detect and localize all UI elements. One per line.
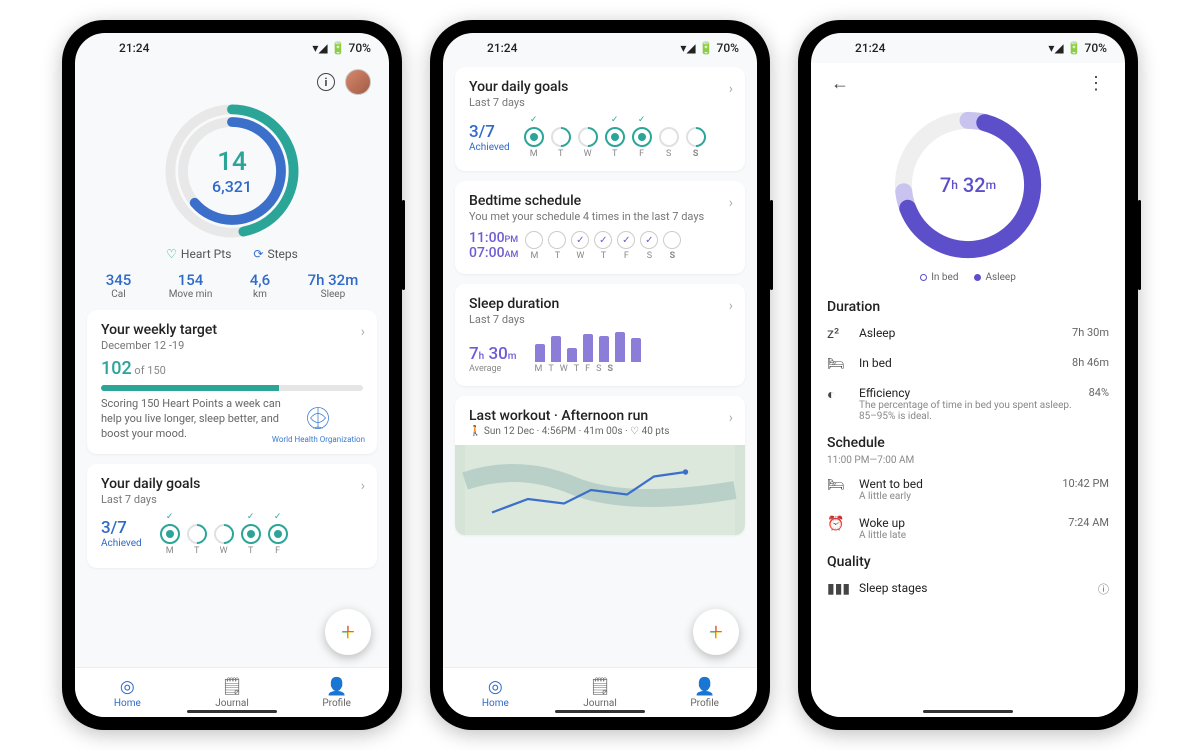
- alarm-icon: ⏰: [827, 516, 847, 532]
- last-workout-card[interactable]: › Last workout · Afternoon run 🚶 Sun 12 …: [455, 396, 745, 535]
- asleep-row[interactable]: z² Asleep 7h 30m: [823, 319, 1113, 349]
- nav-home[interactable]: ◎Home: [443, 668, 548, 717]
- efficiency-row[interactable]: ◐ EfficiencyThe percentage of time in be…: [823, 379, 1113, 429]
- phone-home: 21:24 ▾◢ 🔋70% i 14 6,321: [62, 20, 402, 730]
- ring-legend: ♡Heart Pts ⟳Steps: [87, 247, 377, 261]
- woke-up-row[interactable]: ⏰ Woke upA little late 7:24 AM: [823, 509, 1113, 548]
- sleep-dial[interactable]: 7h 32m: [883, 100, 1053, 270]
- bedtime-card[interactable]: › Bedtime schedule You met your schedule…: [455, 181, 745, 274]
- status-icons: ▾◢ 🔋70%: [312, 41, 371, 55]
- bed-icon: 🛏: [827, 356, 847, 372]
- daily-goals-card[interactable]: › Your daily goals Last 7 days 3/7 Achie…: [87, 464, 377, 568]
- nav-profile[interactable]: 👤Profile: [652, 668, 757, 717]
- card-title: Your weekly target: [101, 322, 363, 338]
- phone-cards: 21:24 ▾◢ 🔋70% › Your daily goals Last 7 …: [430, 20, 770, 730]
- steps-icon: ⟳: [253, 247, 263, 261]
- status-bar: 21:24 ▾◢ 🔋70%: [811, 33, 1125, 63]
- daily-goals-card[interactable]: › Your daily goals Last 7 days 3/7 Achie…: [455, 67, 745, 171]
- status-time: 21:24: [93, 41, 149, 55]
- profile-icon: 👤: [326, 677, 347, 697]
- steps-value: 6,321: [212, 177, 252, 196]
- home-indicator[interactable]: [187, 710, 277, 713]
- chevron-right-icon: ›: [361, 478, 365, 494]
- fab-add-button[interactable]: +: [325, 609, 371, 655]
- sleep-icon: z²: [827, 326, 847, 342]
- avatar[interactable]: [345, 69, 371, 95]
- sleep-legend: In bed Asleep: [823, 272, 1113, 283]
- more-icon[interactable]: ⋮: [1087, 73, 1105, 94]
- home-icon: ◎: [120, 677, 135, 697]
- nav-profile[interactable]: 👤Profile: [284, 668, 389, 717]
- heart-icon: ♡: [166, 247, 177, 261]
- chevron-right-icon: ›: [361, 324, 365, 340]
- home-indicator[interactable]: [923, 710, 1013, 713]
- weekly-target-card[interactable]: › Your weekly target December 12 -19 102…: [87, 310, 377, 454]
- status-bar: 21:24 ▾◢ 🔋70%: [443, 33, 757, 63]
- went-to-bed-row[interactable]: 🛏 Went to bedA little early 10:42 PM: [823, 470, 1113, 509]
- back-icon[interactable]: ←: [831, 73, 849, 94]
- info-icon: ⓘ: [1098, 581, 1109, 597]
- duration-header: Duration: [823, 293, 1113, 319]
- info-icon[interactable]: i: [317, 73, 335, 91]
- status-bar: 21:24 ▾◢ 🔋70%: [75, 33, 389, 63]
- phone-sleep: 21:24 ▾◢ 🔋70% ← ⋮ 7h 32m In bed Asleep D…: [798, 20, 1138, 730]
- home-indicator[interactable]: [555, 710, 645, 713]
- inbed-row[interactable]: 🛏 In bed 8h 46m: [823, 349, 1113, 379]
- sleep-stages-row[interactable]: ▮▮▮ Sleep stages ⓘ: [823, 574, 1113, 604]
- stats-row[interactable]: 345Cal 154Move min 4,6km 7h 32mSleep: [87, 271, 377, 300]
- workout-map: [455, 445, 745, 535]
- heart-points-value: 14: [217, 147, 247, 177]
- chevron-right-icon: ›: [729, 81, 733, 97]
- sleep-bars: [535, 330, 641, 362]
- efficiency-icon: ◐: [827, 386, 847, 403]
- journal-icon: 🗒: [221, 677, 243, 697]
- sleep-duration-card[interactable]: › Sleep duration Last 7 days 7h 30m Aver…: [455, 284, 745, 386]
- nav-home[interactable]: ◎Home: [75, 668, 180, 717]
- fab-add-button[interactable]: +: [693, 609, 739, 655]
- bed-icon: 🛏: [827, 477, 847, 493]
- stages-icon: ▮▮▮: [827, 581, 847, 597]
- who-badge: World Health Organization: [272, 403, 365, 444]
- activity-ring[interactable]: 14 6,321: [87, 101, 377, 241]
